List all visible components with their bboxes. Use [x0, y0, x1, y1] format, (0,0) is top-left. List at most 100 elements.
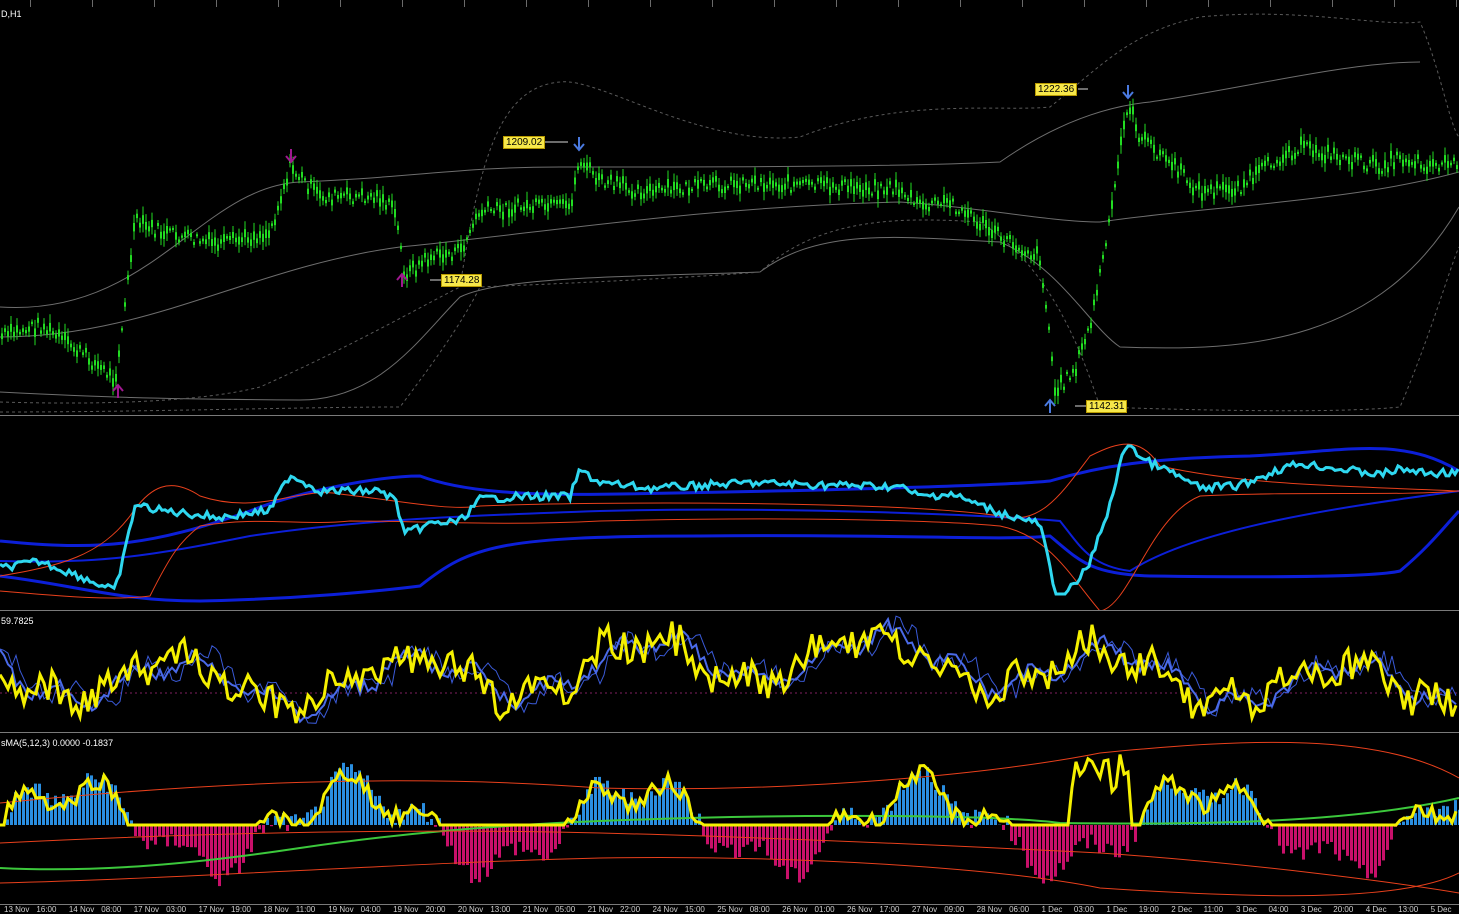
histogram-bar-negative	[1074, 825, 1077, 845]
candle-body	[712, 177, 714, 183]
candle-body	[1276, 159, 1278, 164]
osma-pane[interactable]: sMA(5,12,3) 0.0000 -0.1837	[0, 733, 1459, 905]
candle-body	[418, 260, 420, 265]
candle-body	[1240, 192, 1242, 195]
histogram-bar-negative	[758, 825, 761, 847]
candle-body	[784, 183, 786, 190]
histogram-bar-positive	[606, 780, 609, 825]
time-axis-label: 15:00	[684, 905, 705, 914]
candle-body	[1111, 200, 1113, 209]
candle-body	[220, 239, 222, 244]
candle-body	[982, 216, 984, 223]
time-axis: 13 Nov 16:00 14 Nov 08:00 17 Nov 03:00 17 Nov 1…	[0, 905, 1459, 914]
histogram-bar-negative	[242, 825, 245, 863]
oscillator-pane[interactable]: 59.7825	[0, 611, 1459, 733]
histogram-bar-negative	[1094, 825, 1097, 845]
time-axis-label: 11:00	[295, 905, 316, 914]
histogram-bar-negative	[1098, 825, 1101, 854]
time-axis-label: 21 Nov	[587, 905, 613, 914]
candle-body	[565, 200, 567, 209]
histogram-bar-negative	[714, 825, 717, 853]
arrow-up-icon	[1044, 398, 1056, 413]
histogram-bar-positive	[394, 822, 397, 825]
candle-body	[1087, 328, 1089, 331]
candle-body	[325, 200, 327, 204]
candle-body	[772, 180, 774, 188]
histogram-bar-negative	[222, 825, 225, 871]
candle-body	[391, 200, 393, 208]
histogram-bar-negative	[210, 825, 213, 877]
candle-body	[460, 243, 462, 253]
candle-body	[322, 196, 324, 201]
candle-body	[94, 360, 96, 366]
candle-body	[1000, 236, 1002, 241]
bands-indicator-pane[interactable]	[0, 416, 1459, 611]
upper-blue-band	[0, 447, 1459, 548]
candle-body	[1360, 155, 1362, 158]
histogram-bar-negative	[1318, 825, 1321, 854]
candle-body	[967, 209, 969, 218]
candle-body	[1321, 153, 1323, 161]
candle-body	[595, 178, 597, 185]
histogram-bar-positive	[942, 785, 945, 825]
candle-body	[1345, 156, 1347, 159]
histogram-bar-negative	[198, 825, 201, 856]
histogram-bar-negative	[494, 825, 497, 855]
candle-body	[1186, 180, 1188, 184]
candle-body	[1090, 322, 1092, 329]
histogram-bar-negative	[1042, 825, 1045, 884]
candle-body	[169, 228, 171, 231]
candle-body	[1162, 151, 1164, 155]
time-axis-label: 13:00	[490, 905, 511, 914]
candle-body	[1078, 350, 1080, 355]
candle-body	[1246, 182, 1248, 186]
candle-body	[1108, 218, 1110, 223]
candle-body	[802, 180, 804, 184]
candle-body	[79, 345, 81, 349]
candle-body	[148, 226, 150, 232]
top-strip-tick	[402, 0, 403, 7]
candle-body	[439, 249, 441, 258]
time-axis-label: 03:00	[166, 905, 187, 914]
candle-body	[904, 194, 906, 198]
histogram-bar-negative	[542, 825, 545, 861]
candle-body	[1378, 168, 1380, 174]
time-axis-label: 11:00	[1203, 905, 1224, 914]
candle-body	[706, 186, 708, 190]
time-axis-label: 13 Nov	[4, 905, 30, 914]
price-chart-pane[interactable]: D,H1 1209.02 1174.28 1222.36 1142.31	[0, 7, 1459, 416]
candle-body	[916, 197, 918, 204]
candle-body	[1024, 251, 1026, 257]
candle-body	[127, 275, 129, 280]
osma-label: sMA(5,12,3) 0.0000 -0.1837	[1, 738, 114, 748]
candle-body	[715, 175, 717, 182]
candle-body	[853, 186, 855, 194]
candle-body	[178, 239, 180, 243]
candle-body	[262, 233, 264, 242]
candle-body	[130, 255, 132, 262]
candle-body	[19, 331, 21, 335]
candle-body	[1132, 106, 1134, 115]
top-strip-tick	[1332, 0, 1333, 7]
histogram-bar-negative	[778, 825, 781, 867]
candle-body	[64, 331, 66, 341]
histogram-bar-positive	[642, 806, 645, 825]
candle-body	[841, 180, 843, 186]
candle-body	[1369, 160, 1371, 164]
candle-body	[334, 189, 336, 193]
candle-body	[763, 183, 765, 192]
histogram-bar-negative	[514, 825, 517, 856]
candle-body	[1336, 153, 1338, 160]
candle-body	[697, 180, 699, 189]
histogram-bar-positive	[930, 782, 933, 825]
oscillator-value-label: 59.7825	[1, 616, 34, 626]
candle-body	[217, 244, 219, 251]
candle-body	[367, 195, 369, 200]
candle-body	[721, 189, 723, 194]
histogram-bar-positive	[38, 783, 41, 825]
candle-body	[109, 368, 111, 376]
candle-body	[718, 184, 720, 192]
candle-body	[1153, 144, 1155, 153]
candle-body	[49, 322, 51, 332]
histogram-bar-negative	[1294, 825, 1297, 850]
